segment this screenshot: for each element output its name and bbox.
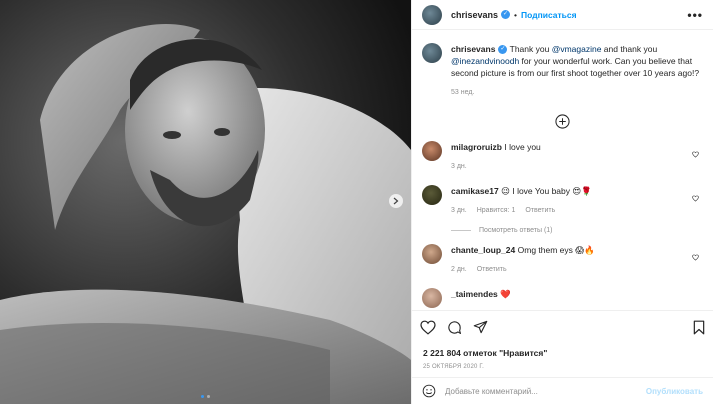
comment-time[interactable]: 3 дн.	[451, 207, 467, 214]
replies-line	[451, 230, 471, 231]
separator-dot: •	[514, 9, 518, 20]
view-replies-label: Посмотреть ответы (1)	[479, 227, 553, 234]
post-actions: 2 221 804 отметок "Нравится" 25 ОКТЯБРЯ …	[412, 310, 713, 370]
comment-text: 😉 I love You baby 😍🌹	[501, 186, 592, 196]
like-heart-icon[interactable]	[420, 320, 436, 335]
add-comment-bar: Опубликовать	[412, 377, 713, 404]
verified-badge-icon: ✓	[498, 45, 508, 55]
publish-button[interactable]: Опубликовать	[646, 387, 703, 396]
next-photo-button[interactable]	[389, 194, 403, 208]
author-avatar[interactable]	[422, 43, 442, 63]
mention-link[interactable]: @vmagazine	[552, 44, 602, 54]
chevron-right-icon	[393, 197, 399, 205]
author-avatar[interactable]	[422, 4, 442, 25]
comment-item: _taimendes ❤️	[422, 288, 703, 308]
portrait-image	[0, 0, 411, 404]
author-username[interactable]: chrisevans	[451, 10, 498, 20]
likes-count[interactable]: 2 221 804 отметок "Нравится"	[423, 348, 705, 358]
comment-meta: 3 дн.	[451, 161, 703, 173]
caption-text: Thank you	[509, 44, 552, 54]
like-comment-heart-icon[interactable]	[692, 151, 699, 158]
like-comment-heart-icon[interactable]	[692, 195, 699, 202]
view-replies-button[interactable]: Посмотреть ответы (1)	[451, 227, 703, 234]
load-more-comments-button[interactable]	[422, 114, 703, 129]
comment-text: ❤️	[500, 289, 511, 299]
caption-username[interactable]: chrisevans	[451, 44, 495, 54]
carousel-dots	[0, 395, 411, 398]
comment-time[interactable]: 2 дн.	[451, 266, 467, 273]
comment-item: camikase17 😉 I love You baby 😍🌹 3 дн. Нр…	[422, 185, 703, 217]
commenter-avatar[interactable]	[422, 288, 442, 308]
share-plane-icon[interactable]	[473, 320, 488, 334]
comment-time[interactable]: 3 дн.	[451, 163, 467, 170]
comment-text: I love you	[504, 142, 541, 152]
post-header: chrisevans ✓ • Подписаться •••	[412, 0, 713, 30]
carousel-dot	[207, 395, 210, 398]
comment-input[interactable]	[445, 386, 646, 396]
plus-circle-icon	[555, 114, 570, 129]
carousel-dot-active	[201, 395, 204, 398]
comment-item: chante_loup_24 Omg them eys 😱🔥 2 дн. Отв…	[422, 244, 703, 276]
post-dialog: chrisevans ✓ • Подписаться ••• chrisevan…	[0, 0, 713, 404]
follow-button[interactable]: Подписаться	[521, 10, 577, 20]
comment-username[interactable]: _taimendes	[451, 289, 498, 299]
post-photo[interactable]	[0, 0, 411, 404]
comment-meta: 2 дн. Ответить	[451, 264, 703, 276]
comment-likes[interactable]: Нравится: 1	[477, 207, 516, 214]
reply-button[interactable]: Ответить	[477, 266, 507, 273]
action-icons	[420, 317, 705, 337]
like-comment-heart-icon[interactable]	[692, 254, 699, 261]
post-date[interactable]: 25 ОКТЯБРЯ 2020 Г.	[423, 364, 705, 370]
comment-bubble-icon[interactable]	[447, 320, 462, 335]
caption: chrisevans ✓ Thank you @vmagazine and tha…	[422, 43, 703, 99]
commenter-avatar[interactable]	[422, 244, 442, 264]
verified-badge-icon: ✓	[501, 10, 511, 19]
mention-link[interactable]: @inezandvinoodh	[451, 56, 519, 66]
bookmark-icon[interactable]	[693, 320, 705, 335]
caption-text: and thank you	[601, 44, 658, 54]
post-side-panel: chrisevans ✓ • Подписаться ••• chrisevan…	[411, 0, 713, 404]
comment-text: Omg them eys 😱🔥	[517, 245, 595, 255]
commenter-avatar[interactable]	[422, 141, 442, 161]
comment-username[interactable]: milagroruizb	[451, 142, 502, 152]
comments-list[interactable]: chrisevans ✓ Thank you @vmagazine and tha…	[412, 31, 713, 310]
more-options-icon[interactable]: •••	[687, 8, 703, 22]
caption-time[interactable]: 53 нед.	[451, 89, 474, 96]
commenter-avatar[interactable]	[422, 185, 442, 205]
comment-username[interactable]: chante_loup_24	[451, 245, 515, 255]
reply-button[interactable]: Ответить	[525, 207, 555, 214]
comment-item: milagroruizb I love you 3 дн.	[422, 141, 703, 173]
comment-meta: 3 дн. Нравится: 1 Ответить	[451, 205, 703, 217]
comment-username[interactable]: camikase17	[451, 186, 499, 196]
emoji-icon[interactable]	[422, 384, 436, 398]
caption-meta: 53 нед.	[451, 87, 703, 99]
